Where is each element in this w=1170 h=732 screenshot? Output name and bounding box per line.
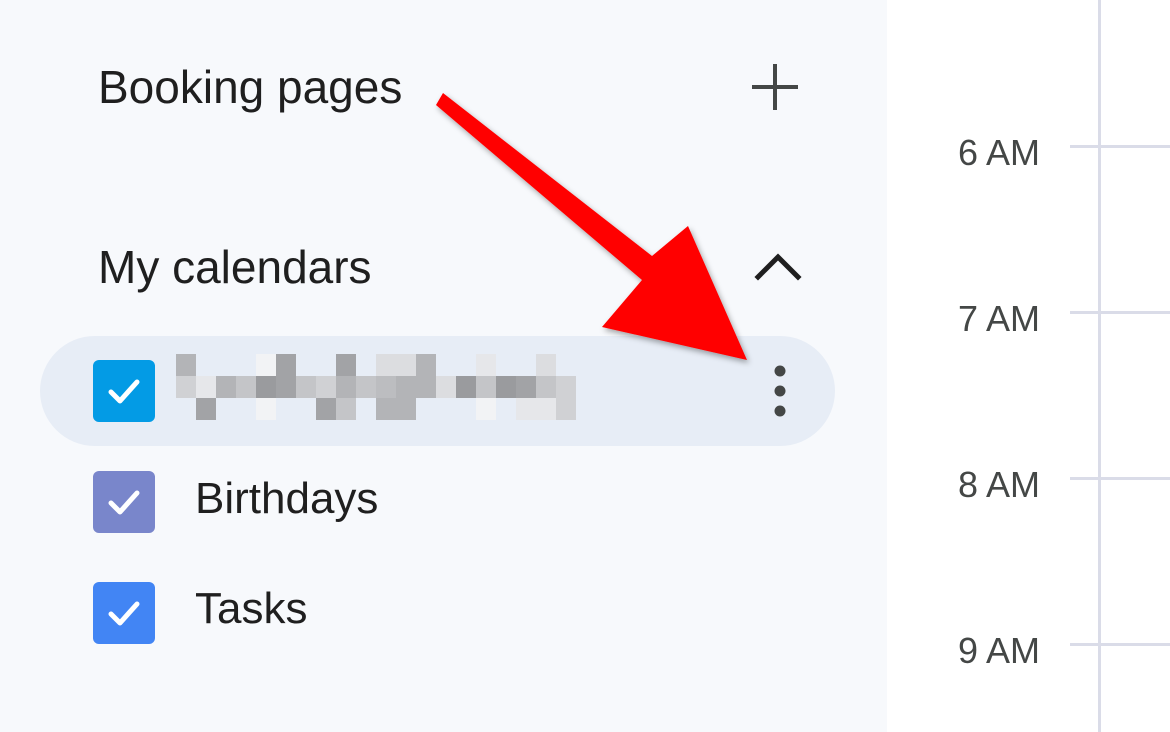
booking-pages-header: Booking pages	[98, 60, 402, 114]
checkmark-icon	[108, 379, 140, 404]
calendar-checkbox[interactable]	[93, 471, 155, 533]
checkmark-icon	[108, 490, 140, 515]
calendar-options-button[interactable]	[750, 361, 810, 421]
pixel-block	[476, 376, 496, 398]
add-booking-page-button[interactable]	[745, 57, 805, 117]
pixel-block	[556, 398, 576, 420]
pixel-block	[376, 354, 396, 376]
hour-label: 9 AM	[957, 630, 1040, 671]
pixel-block	[396, 354, 416, 376]
pixel-block	[516, 376, 536, 398]
pixel-block	[436, 354, 456, 376]
my-calendars-header[interactable]: My calendars	[98, 240, 372, 294]
collapse-my-calendars-button[interactable]	[748, 236, 808, 296]
pixel-block	[316, 398, 336, 420]
pixel-block	[536, 354, 556, 376]
pixel-block	[496, 376, 516, 398]
pixel-block	[496, 354, 516, 376]
hour-gridline	[1070, 643, 1170, 646]
calendar-item-primary[interactable]	[40, 336, 835, 446]
pixel-block	[236, 376, 256, 398]
calendar-sidebar: Booking pages My calendars Birthdays Tas…	[0, 0, 887, 732]
pixel-block	[276, 376, 296, 398]
pixel-block	[356, 376, 376, 398]
my-calendars-title: My calendars	[98, 241, 372, 293]
pixel-block	[336, 376, 356, 398]
pixel-block	[436, 376, 456, 398]
pixel-block	[356, 398, 376, 420]
pixel-block	[496, 398, 516, 420]
pixel-block	[216, 398, 236, 420]
pixel-block	[336, 398, 356, 420]
pixel-block	[296, 376, 316, 398]
pixel-block	[236, 354, 256, 376]
pixel-block	[356, 354, 376, 376]
calendar-item-label: Birthdays	[195, 474, 379, 523]
plus-icon	[752, 64, 798, 110]
pixel-block	[196, 398, 216, 420]
pixel-block	[456, 376, 476, 398]
pixel-block	[276, 398, 296, 420]
pixel-block	[556, 354, 576, 376]
pixel-block	[456, 398, 476, 420]
pixel-block	[416, 376, 436, 398]
day-column-divider	[1098, 0, 1101, 732]
calendar-checkbox[interactable]	[93, 582, 155, 644]
hour-gridline	[1070, 145, 1170, 148]
pixel-block	[476, 354, 496, 376]
chevron-up-icon	[754, 253, 802, 281]
pixel-block	[376, 376, 396, 398]
pixel-block	[256, 398, 276, 420]
pixel-block	[296, 398, 316, 420]
pixel-block	[196, 354, 216, 376]
pixel-block	[556, 376, 576, 398]
checkmark-icon	[108, 601, 140, 626]
pixel-block	[276, 354, 296, 376]
pixel-block	[176, 398, 196, 420]
pixel-block	[176, 354, 196, 376]
pixel-block	[336, 354, 356, 376]
pixel-block	[176, 376, 196, 398]
pixel-block	[316, 376, 336, 398]
pixel-block	[536, 398, 556, 420]
pixel-block	[196, 376, 216, 398]
pixel-block	[396, 376, 416, 398]
hour-label: 7 AM	[957, 298, 1040, 339]
pixel-block	[396, 398, 416, 420]
pixel-block	[376, 398, 396, 420]
hour-gridline	[1070, 311, 1170, 314]
pixel-block	[216, 376, 236, 398]
pixel-block	[416, 354, 436, 376]
pixel-block	[236, 398, 256, 420]
calendar-checkbox[interactable]	[93, 360, 155, 422]
pixel-block	[256, 354, 276, 376]
pixel-block	[216, 354, 236, 376]
obscured-calendar-name	[176, 354, 576, 420]
pixel-block	[516, 398, 536, 420]
calendar-item-tasks[interactable]: Tasks	[40, 556, 835, 666]
pixel-block	[456, 354, 476, 376]
pixel-block	[416, 398, 436, 420]
more-vert-icon	[774, 365, 786, 417]
pixel-block	[516, 354, 536, 376]
calendar-item-birthdays[interactable]: Birthdays	[40, 446, 835, 556]
pixel-block	[436, 398, 456, 420]
pixel-block	[316, 354, 336, 376]
pixel-block	[256, 376, 276, 398]
hour-label: 6 AM	[957, 132, 1040, 173]
pixel-block	[536, 376, 556, 398]
hour-label: 8 AM	[957, 464, 1040, 505]
calendar-item-label: Tasks	[195, 584, 308, 633]
pixel-block	[296, 354, 316, 376]
hour-gridline	[1070, 477, 1170, 480]
pixel-block	[476, 398, 496, 420]
booking-pages-title: Booking pages	[98, 61, 403, 113]
